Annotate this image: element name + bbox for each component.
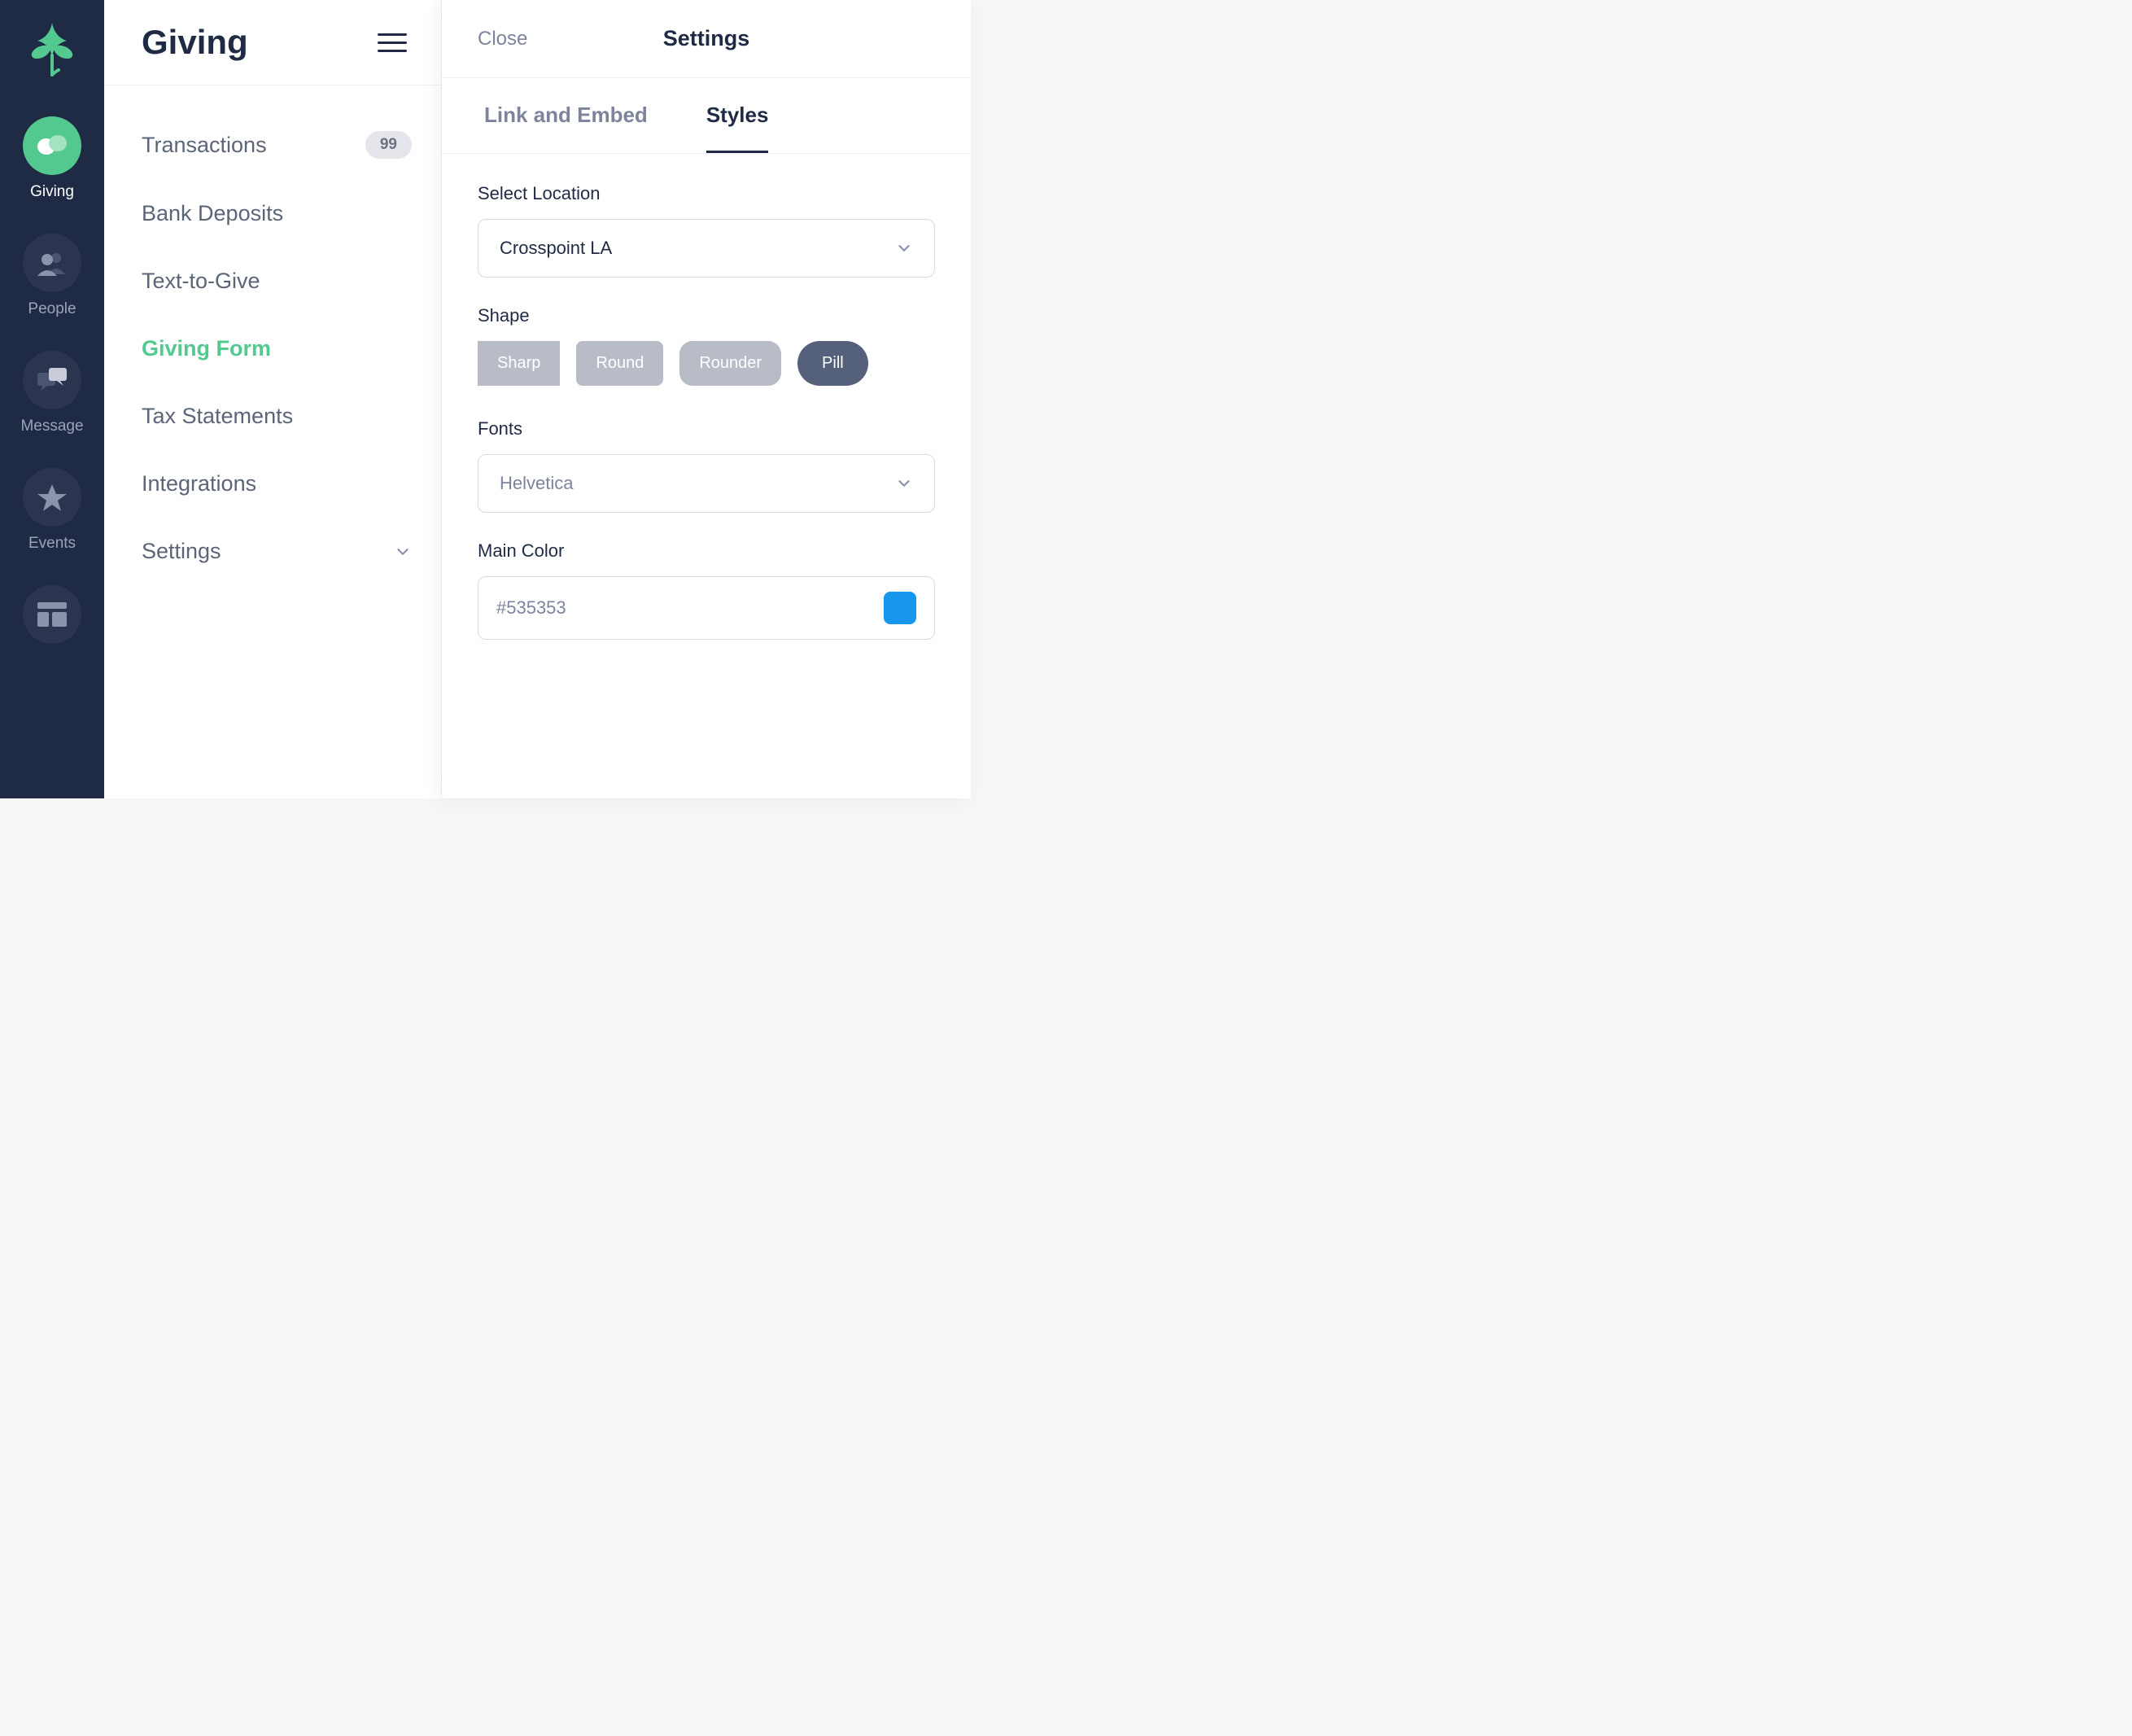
sub-nav: Transactions 99 Bank Deposits Text-to-Gi… [104,85,441,610]
settings-body: Select Location Crosspoint LA Shape Shar… [442,154,971,669]
nav-label-integrations: Integrations [142,471,256,496]
settings-header: Close Settings [442,0,971,78]
shape-round-button[interactable]: Round [576,341,663,386]
shape-options: Sharp Round Rounder Pill [478,341,935,386]
rail-item-giving[interactable]: Giving [23,116,81,201]
shape-pill-button[interactable]: Pill [797,341,868,386]
color-swatch[interactable] [884,592,916,624]
location-select[interactable]: Crosspoint LA [478,219,935,278]
menu-icon[interactable] [378,28,407,58]
main-rail: Giving People Message [0,0,104,798]
rail-label-people: People [28,300,76,318]
sub-sidebar: Giving Transactions 99 Bank Deposits Tex… [104,0,442,798]
chevron-down-icon [895,474,913,492]
tab-styles[interactable]: Styles [706,103,769,153]
rail-label-events: Events [28,535,76,553]
message-icon [23,351,81,409]
nav-item-settings[interactable]: Settings [142,518,412,585]
nav-label-tax-statements: Tax Statements [142,404,293,429]
page-title: Giving [142,23,248,62]
shape-rounder-button[interactable]: Rounder [679,341,781,386]
nav-item-bank-deposits[interactable]: Bank Deposits [142,180,412,247]
sub-header: Giving [104,0,441,85]
settings-tabs: Link and Embed Styles [442,78,971,154]
close-button[interactable]: Close [478,28,527,50]
shape-label: Shape [478,305,935,326]
nav-label-settings: Settings [142,539,221,564]
rail-item-more[interactable] [23,585,81,644]
settings-panel: Close Settings Link and Embed Styles Sel… [442,0,971,798]
nav-item-tax-statements[interactable]: Tax Statements [142,383,412,450]
nav-item-transactions[interactable]: Transactions 99 [142,110,412,180]
rail-label-message: Message [20,418,83,435]
tab-link-and-embed[interactable]: Link and Embed [484,103,648,153]
transactions-badge: 99 [365,131,412,159]
rail-item-people[interactable]: People [23,234,81,318]
fonts-select[interactable]: Helvetica [478,454,935,513]
location-label: Select Location [478,183,935,204]
main-color-value: #535353 [496,597,566,619]
people-icon [23,234,81,292]
location-value: Crosspoint LA [500,238,612,259]
settings-title: Settings [663,26,750,51]
nav-item-integrations[interactable]: Integrations [142,450,412,518]
nav-label-text-to-give: Text-to-Give [142,269,260,294]
nav-item-giving-form[interactable]: Giving Form [142,315,412,383]
fonts-value: Helvetica [500,473,573,494]
giving-icon [23,116,81,175]
chevron-down-icon [895,239,913,257]
star-icon [23,468,81,527]
shape-sharp-button[interactable]: Sharp [478,341,560,386]
rail-item-events[interactable]: Events [23,468,81,553]
nav-item-text-to-give[interactable]: Text-to-Give [142,247,412,315]
nav-label-giving-form: Giving Form [142,336,271,361]
fonts-label: Fonts [478,418,935,439]
chevron-down-icon [394,543,412,561]
nav-label-bank-deposits: Bank Deposits [142,201,283,226]
rail-label-giving: Giving [30,183,74,201]
nav-label-transactions: Transactions [142,133,267,158]
rail-item-message[interactable]: Message [20,351,83,435]
layout-icon [23,585,81,644]
main-color-label: Main Color [478,540,935,562]
logo-icon [26,23,78,84]
main-color-input[interactable]: #535353 [478,576,935,640]
